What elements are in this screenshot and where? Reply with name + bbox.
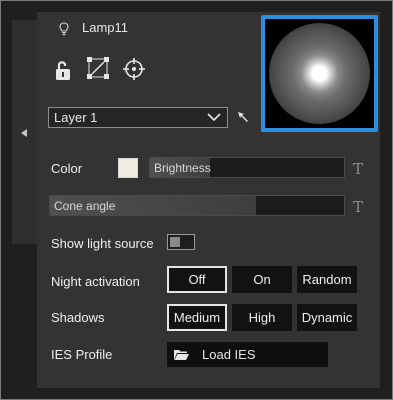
light-preview bbox=[261, 15, 378, 132]
night-option-random[interactable]: Random bbox=[297, 266, 357, 293]
shadows-option-dynamic[interactable]: Dynamic bbox=[297, 304, 357, 331]
show-light-source-toggle[interactable] bbox=[167, 234, 195, 250]
chevron-down-icon bbox=[207, 113, 221, 122]
night-option-on[interactable]: On bbox=[232, 266, 292, 293]
show-light-source-label: Show light source bbox=[51, 236, 154, 251]
brightness-slider[interactable]: Brightness bbox=[149, 157, 345, 178]
lightbulb-icon bbox=[59, 22, 69, 36]
load-ies-label: Load IES bbox=[202, 347, 256, 362]
crosshair-icon[interactable] bbox=[122, 57, 146, 81]
light-falloff-disc bbox=[269, 23, 370, 124]
color-label: Color bbox=[51, 161, 83, 176]
text-t-icon[interactable]: T bbox=[353, 160, 363, 178]
shadows-option-medium[interactable]: Medium bbox=[167, 304, 227, 331]
night-activation-label: Night activation bbox=[51, 274, 140, 289]
lamp-title: Lamp11 bbox=[82, 20, 129, 35]
layer-dropdown[interactable]: Layer 1 bbox=[48, 107, 228, 128]
cursor-arrow-icon[interactable] bbox=[236, 110, 250, 124]
folder-open-icon bbox=[174, 350, 189, 360]
shadows-option-high[interactable]: High bbox=[232, 304, 292, 331]
text-t-icon[interactable]: T bbox=[353, 198, 363, 216]
shadows-label: Shadows bbox=[51, 310, 105, 325]
cone-angle-label: Cone angle bbox=[54, 199, 116, 213]
load-ies-button[interactable]: Load IES bbox=[167, 342, 328, 367]
layer-dropdown-value: Layer 1 bbox=[54, 110, 98, 125]
unlock-icon[interactable] bbox=[52, 58, 76, 82]
color-swatch[interactable] bbox=[118, 158, 138, 178]
toggle-knob bbox=[170, 237, 180, 247]
brightness-label: Brightness bbox=[154, 161, 211, 175]
night-option-off[interactable]: Off bbox=[167, 266, 227, 293]
collapse-arrow-icon[interactable] bbox=[21, 129, 27, 137]
scale-handles-icon[interactable] bbox=[86, 56, 110, 80]
cone-angle-slider[interactable]: Cone angle bbox=[49, 195, 345, 216]
ies-profile-label: IES Profile bbox=[51, 347, 113, 362]
